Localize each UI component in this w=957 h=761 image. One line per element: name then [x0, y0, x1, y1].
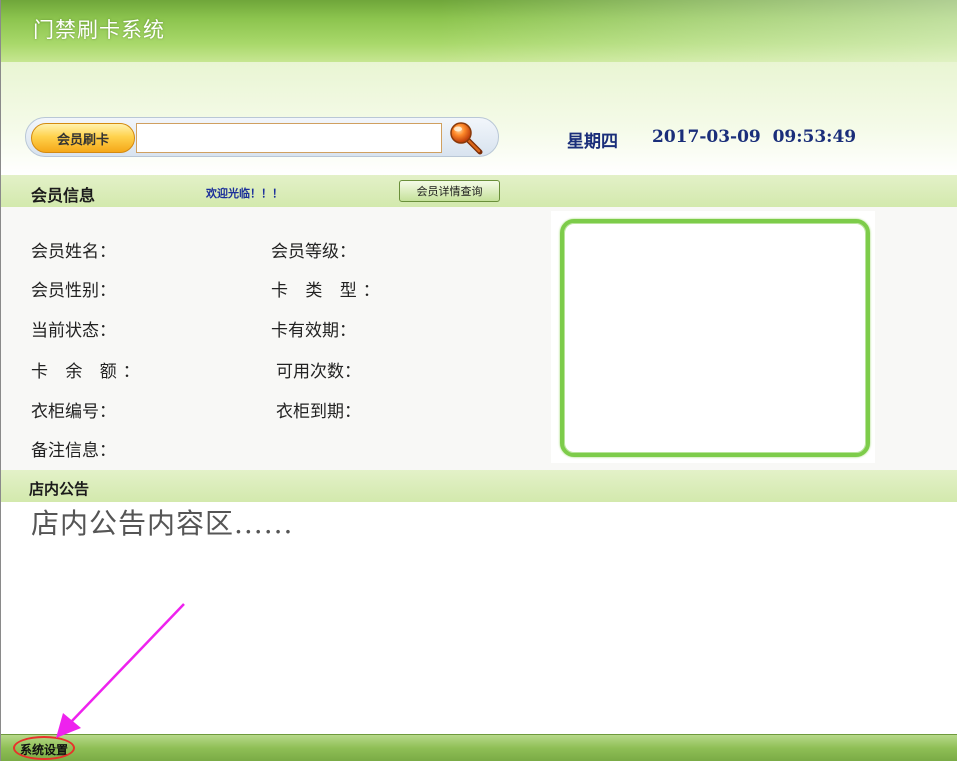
search-button[interactable]: [446, 120, 486, 156]
swipe-card-label: 会员刷卡: [31, 123, 135, 153]
window-title: 门禁刷卡系统: [33, 18, 165, 42]
weekday-label: 星期四: [567, 132, 618, 152]
field-locker-number: 衣柜编号：: [31, 402, 116, 422]
notice-header: [1, 470, 957, 502]
member-detail-query-button[interactable]: 会员详情查询: [399, 180, 500, 202]
field-card-balance: 卡 余 额：: [31, 362, 146, 382]
field-card-type: 卡 类 型：: [271, 281, 386, 301]
field-member-name: 会员姓名：: [31, 242, 116, 262]
member-info-title: 会员信息: [31, 186, 96, 205]
title-gloss: [438, 0, 957, 62]
card-number-input[interactable]: [136, 123, 442, 153]
title-bar: 门禁刷卡系统: [1, 0, 957, 62]
datetime-value: 2017-03-09 09:53:49: [652, 127, 857, 147]
field-member-gender: 会员性别：: [31, 281, 116, 301]
field-available-count: 可用次数：: [276, 362, 361, 382]
field-remarks: 备注信息：: [31, 441, 116, 461]
field-locker-expiry: 衣柜到期：: [276, 402, 361, 422]
bottom-bar: [1, 734, 957, 761]
welcome-text: 欢迎光临！！！: [206, 187, 283, 200]
member-photo-frame: [551, 211, 875, 463]
card-swipe-bar: 会员刷卡: [25, 117, 499, 157]
field-current-status: 当前状态：: [31, 321, 116, 341]
field-card-validity: 卡有效期：: [271, 321, 356, 341]
member-photo: [560, 219, 870, 457]
field-member-level: 会员等级：: [271, 242, 356, 262]
search-icon: [450, 122, 483, 155]
notice-content: 店内公告内容区......: [31, 507, 294, 540]
highlight-ring: [13, 736, 75, 760]
notice-title: 店内公告: [29, 480, 90, 498]
